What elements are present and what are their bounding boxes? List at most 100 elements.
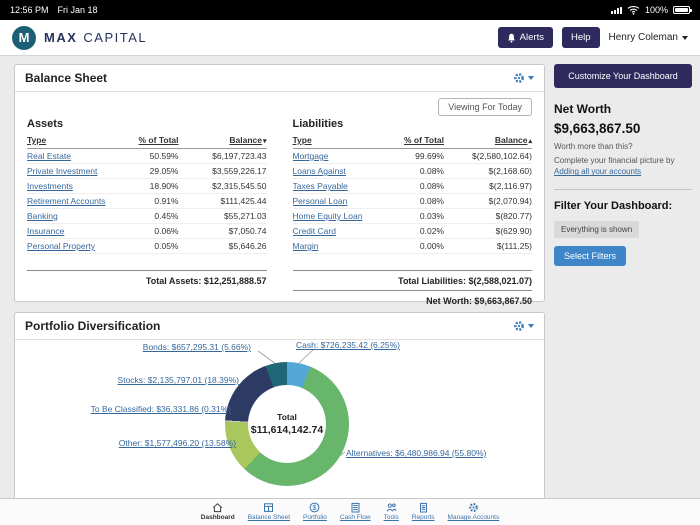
- app-header: M MAX CAPITAL Alerts Help Henry Coleman: [0, 20, 700, 56]
- tab-dashboard[interactable]: Dashboard: [201, 502, 235, 525]
- asset-balance: $7,050.74: [228, 226, 267, 236]
- portfolio-settings-button[interactable]: [513, 320, 534, 332]
- complete-picture-text: Complete your financial picture by Addin…: [554, 155, 692, 177]
- chevron-down-icon: [682, 35, 688, 40]
- asset-pct: 0.45%: [154, 211, 179, 221]
- chevron-down-icon: [528, 76, 534, 80]
- document-icon: [419, 502, 427, 513]
- liability-type-link[interactable]: Home Equity Loan: [293, 211, 385, 221]
- donut-total-label: Total: [277, 412, 297, 422]
- asset-type-link[interactable]: Insurance: [27, 226, 119, 236]
- assets-table: Assets Type % of Total Balance▾ Real Est…: [27, 117, 267, 306]
- table-icon: [264, 503, 274, 512]
- add-accounts-link[interactable]: Adding all your accounts: [554, 167, 641, 176]
- table-row: Banking 0.45% $55,271.03: [27, 209, 267, 224]
- bell-icon: [507, 33, 515, 43]
- assets-col-balance[interactable]: Balance▾: [179, 135, 267, 145]
- liability-type-link[interactable]: Taxes Payable: [293, 181, 385, 191]
- balance-sheet-title: Balance Sheet: [25, 71, 108, 85]
- asset-balance: $2,315,545.50: [212, 181, 267, 191]
- tab-cash-flow[interactable]: Cash Flow: [340, 502, 371, 525]
- assets-heading: Assets: [27, 118, 64, 130]
- select-filters-button[interactable]: Select Filters: [554, 246, 627, 267]
- gear-icon: [468, 503, 478, 512]
- asset-type-link[interactable]: Retirement Accounts: [27, 196, 119, 206]
- liability-type-link[interactable]: Mortgage: [293, 151, 385, 161]
- battery-percent-label: 100%: [644, 5, 668, 15]
- liability-pct: 0.03%: [419, 211, 444, 221]
- tab-label: Balance Sheet: [247, 514, 291, 521]
- divider: [554, 189, 692, 191]
- customize-dashboard-button[interactable]: Customize Your Dashboard: [554, 64, 692, 88]
- tab-label: Portfolio: [303, 514, 327, 521]
- liability-type-link[interactable]: Margin: [293, 241, 385, 251]
- brand-word-capital: CAPITAL: [83, 30, 148, 45]
- liability-type-link[interactable]: Personal Loan: [293, 196, 385, 206]
- liability-type-link[interactable]: Loans Against: [293, 166, 385, 176]
- slice-label-cash[interactable]: Cash: $726,235.42 (6.25%): [296, 340, 400, 350]
- liability-balance: $(629.90): [495, 226, 532, 236]
- tab-label: Reports: [411, 514, 435, 521]
- asset-type-link[interactable]: Banking: [27, 211, 119, 221]
- slice-label-stocks[interactable]: Stocks: $2,135,797.01 (18.39%): [118, 375, 239, 385]
- help-button[interactable]: Help: [561, 27, 600, 48]
- assets-col-balance-label: Balance: [229, 135, 262, 145]
- tab-reports[interactable]: Reports: [412, 502, 435, 525]
- donut-center: Total $11,614,142.74: [248, 385, 326, 463]
- tab-tools[interactable]: Tools: [384, 502, 399, 525]
- slice-label-alternatives[interactable]: Alternatives: $6,480,986.94 (55.80%): [346, 448, 486, 458]
- brand-logo-icon: M: [12, 25, 36, 50]
- sort-desc-icon: ▾: [262, 138, 267, 145]
- assets-col-type[interactable]: Type: [27, 135, 119, 145]
- liability-pct: 0.08%: [419, 166, 444, 176]
- filter-status-chip: Everything is shown: [554, 221, 640, 239]
- liability-balance: $(820.77): [495, 211, 532, 221]
- assets-col-pct[interactable]: % of Total: [119, 135, 179, 145]
- liability-balance: $(2,168.60): [488, 166, 532, 176]
- donut-total-value: $11,614,142.74: [250, 424, 324, 436]
- liabilities-heading: Liabilities: [292, 118, 344, 130]
- liability-balance: $(2,580,102.64): [471, 151, 532, 161]
- total-liabilities-line: Total Liabilities: $(2,588,021.07): [292, 270, 532, 286]
- liability-type-link[interactable]: Credit Card: [293, 226, 385, 236]
- table-row: Credit Card 0.02% $(629.90): [292, 224, 532, 239]
- net-worth-line: Net Worth: $9,663,867.50: [292, 290, 532, 306]
- table-row: Real Estate 50.59% $6,197,723.43: [27, 149, 267, 164]
- status-bar: 12:56 PM Fri Jan 18 100%: [0, 0, 700, 20]
- tab-manage-accounts[interactable]: Manage Accounts: [447, 502, 500, 525]
- portfolio-title: Portfolio Diversification: [25, 319, 161, 333]
- portfolio-diversification-card: Portfolio Diversification Total $11,614,…: [14, 312, 545, 513]
- asset-type-link[interactable]: Real Estate: [27, 151, 119, 161]
- table-row: Retirement Accounts 0.91% $111,425.44: [27, 194, 267, 209]
- cellular-signal-icon: [610, 6, 622, 14]
- clock-label: 12:56 PM: [10, 5, 49, 15]
- slice-label-to-be-classified[interactable]: To Be Classified: $36,331.86 (0.31%): [91, 404, 231, 414]
- user-name-label: Henry Coleman: [608, 32, 678, 43]
- asset-type-link[interactable]: Private Investment: [27, 166, 119, 176]
- viewing-for-today-button[interactable]: Viewing For Today: [438, 98, 532, 116]
- people-icon: [386, 503, 397, 512]
- asset-pct: 0.91%: [154, 196, 179, 206]
- balance-sheet-settings-button[interactable]: [513, 72, 534, 84]
- liabilities-col-type[interactable]: Type: [293, 135, 385, 145]
- user-menu[interactable]: Henry Coleman: [609, 32, 688, 43]
- battery-icon: [673, 6, 692, 14]
- slice-label-bonds[interactable]: Bonds: $657,295.31 (5.66%): [143, 342, 251, 352]
- asset-balance: $3,559,226.17: [212, 166, 267, 176]
- tab-label: Cash Flow: [339, 514, 371, 521]
- net-worth-value: $9,663,867.50: [554, 121, 641, 136]
- tab-portfolio[interactable]: $ Portfolio: [303, 502, 327, 525]
- tab-label: Tools: [383, 514, 399, 521]
- liabilities-col-pct[interactable]: % of Total: [384, 135, 444, 145]
- asset-type-link[interactable]: Personal Property: [27, 241, 119, 251]
- tab-label: Manage Accounts: [447, 514, 500, 521]
- tab-balance-sheet[interactable]: Balance Sheet: [248, 502, 290, 525]
- liabilities-col-balance[interactable]: Balance▴: [444, 135, 532, 145]
- liabilities-header-row: Type % of Total Balance▴: [292, 135, 532, 149]
- asset-type-link[interactable]: Investments: [27, 181, 119, 191]
- calculator-icon: [351, 502, 360, 513]
- alerts-button[interactable]: Alerts: [497, 27, 553, 48]
- slice-label-other[interactable]: Other: $1,577,496.20 (13.58%): [119, 438, 236, 448]
- sort-asc-icon: ▴: [528, 138, 532, 145]
- asset-pct: 0.05%: [154, 241, 179, 251]
